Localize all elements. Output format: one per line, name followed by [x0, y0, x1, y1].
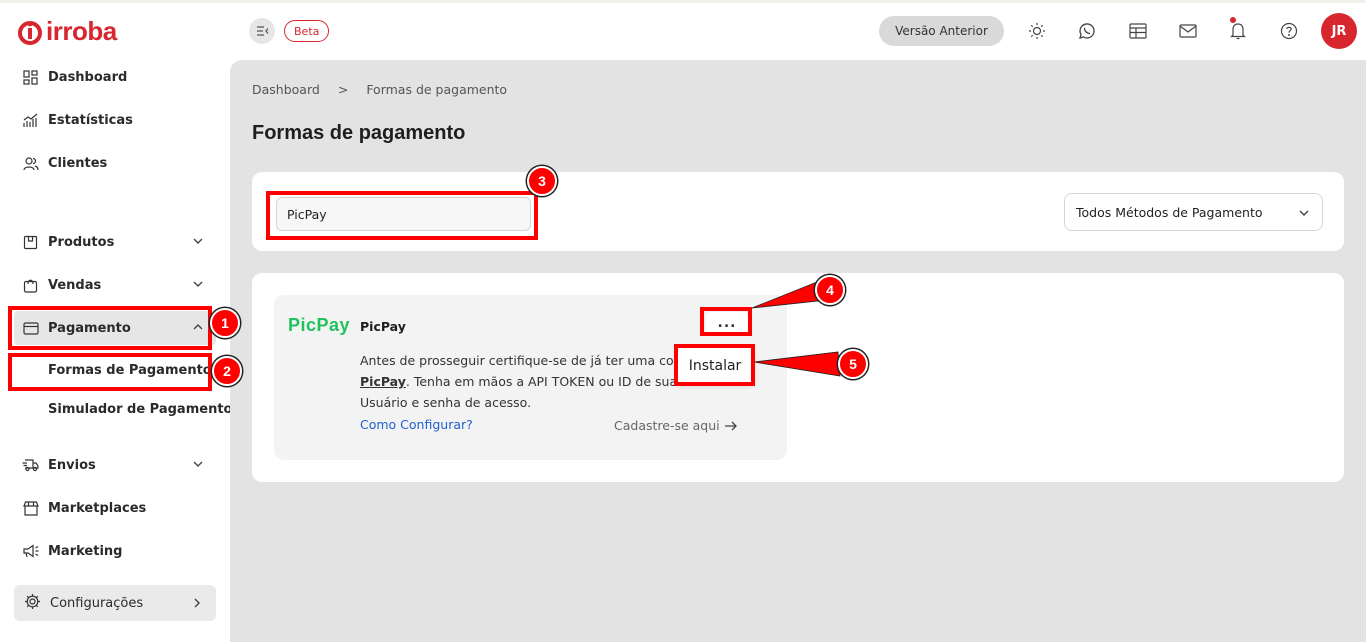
beta-badge: Beta — [284, 20, 330, 42]
sidebar-item-label: Clientes — [48, 155, 108, 171]
chevron-up-icon — [192, 321, 204, 337]
chart-icon — [22, 112, 39, 129]
grid-icon — [22, 69, 39, 86]
sidebar-subitem-formas-de-pagamento[interactable]: Formas de Pagamento — [48, 363, 212, 378]
chevron-down-icon — [1298, 207, 1310, 222]
annotation-badge-2: 2 — [212, 356, 242, 386]
sidebar-item-pagamento[interactable]: Pagamento — [14, 311, 216, 345]
logo-mark-icon — [18, 17, 44, 47]
sidebar-item-envios[interactable]: Envios — [14, 448, 216, 482]
search-input[interactable] — [276, 197, 531, 231]
chevron-right-icon — [191, 597, 203, 613]
bell-icon[interactable] — [1228, 21, 1248, 41]
megaphone-icon — [22, 543, 39, 560]
sidebar-item-label: Envios — [48, 457, 96, 473]
top-border — [0, 0, 1366, 3]
payment-method-description: Antes de prosseguir certifique-se de já … — [360, 350, 680, 413]
chevron-down-icon — [192, 278, 204, 294]
sidebar-item-label: Configurações — [50, 595, 144, 611]
logo-text: irroba — [46, 16, 117, 46]
sidebar-item-produtos[interactable]: Produtos — [14, 225, 216, 259]
annotation-badge-4: 4 — [815, 275, 845, 305]
sidebar-item-vendas[interactable]: Vendas — [14, 268, 216, 302]
payment-method-name: PicPay — [360, 319, 406, 334]
help-icon[interactable] — [1279, 21, 1299, 41]
signup-label: Cadastre-se aqui — [614, 418, 720, 433]
annotation-badge-3: 3 — [527, 166, 557, 196]
annotation-badge-5: 5 — [838, 349, 868, 379]
sun-icon[interactable] — [1027, 21, 1047, 41]
irroba-logo[interactable]: irroba — [18, 16, 117, 47]
annotation-badge-1: 1 — [210, 308, 240, 338]
payment-method-select[interactable]: Todos Métodos de Pagamento — [1064, 193, 1323, 231]
truck-icon — [22, 457, 39, 474]
collapse-menu-button[interactable] — [249, 18, 275, 44]
sidebar-item-label: Produtos — [48, 234, 115, 250]
sidebar-item-label: Marketing — [48, 543, 123, 559]
sidebar-item-estatisticas[interactable]: Estatísticas — [14, 103, 216, 137]
breadcrumb-separator: > — [337, 82, 349, 97]
sidebar-item-label: Marketplaces — [48, 500, 147, 516]
sidebar-subitem-simulador-de-pagamento[interactable]: Simulador de Pagamento — [48, 402, 232, 417]
card-icon — [22, 320, 39, 337]
sidebar-item-dashboard[interactable]: Dashboard — [14, 60, 216, 94]
desc-text: Antes de prosseguir certifique-se de já … — [360, 353, 674, 368]
chevron-down-icon — [192, 235, 204, 251]
how-to-configure-link[interactable]: Como Configurar? — [360, 417, 473, 432]
sidebar-item-label: Dashboard — [48, 69, 128, 85]
desc-text: . Tenha em mãos a API TOKEN ou ID de sua — [405, 374, 678, 389]
store-icon — [22, 500, 39, 517]
sidebar-item-clientes[interactable]: Clientes — [14, 146, 216, 180]
sidebar-item-label: Vendas — [48, 277, 102, 293]
breadcrumb: Dashboard > Formas de pagamento — [252, 82, 507, 97]
signup-link[interactable]: Cadastre-se aqui — [614, 418, 738, 433]
picpay-logo: PicPay — [288, 315, 351, 335]
previous-version-button[interactable]: Versão Anterior — [879, 16, 1004, 46]
sidebar-item-marketplaces[interactable]: Marketplaces — [14, 491, 216, 525]
sidebar-item-configuracoes[interactable]: Configurações — [14, 585, 216, 621]
mail-icon[interactable] — [1178, 21, 1198, 41]
whatsapp-icon[interactable] — [1077, 21, 1097, 41]
sidebar-item-label: Estatísticas — [48, 112, 133, 128]
page-title: Formas de pagamento — [252, 122, 466, 144]
users-icon — [22, 155, 39, 172]
sidebar-item-marketing[interactable]: Marketing — [14, 534, 216, 568]
sidebar-item-label: Pagamento — [48, 320, 131, 336]
select-value: Todos Métodos de Pagamento — [1076, 204, 1263, 220]
box-icon — [22, 234, 39, 251]
chevron-down-icon — [192, 458, 204, 474]
bag-icon — [22, 277, 39, 294]
more-options-button[interactable]: ... — [706, 312, 748, 334]
install-option[interactable]: Instalar — [677, 347, 753, 384]
desc-brand-link[interactable]: PicPay — [360, 374, 406, 389]
gear-icon — [24, 593, 41, 614]
desc-text: Usuário e senha de acesso. — [360, 395, 532, 410]
user-avatar[interactable]: JR — [1321, 13, 1357, 49]
breadcrumb-root[interactable]: Dashboard — [252, 82, 320, 97]
notification-dot — [1230, 17, 1236, 23]
breadcrumb-current: Formas de pagamento — [366, 82, 508, 97]
arrow-right-icon — [724, 421, 737, 430]
calendar-icon[interactable] — [1128, 21, 1148, 41]
